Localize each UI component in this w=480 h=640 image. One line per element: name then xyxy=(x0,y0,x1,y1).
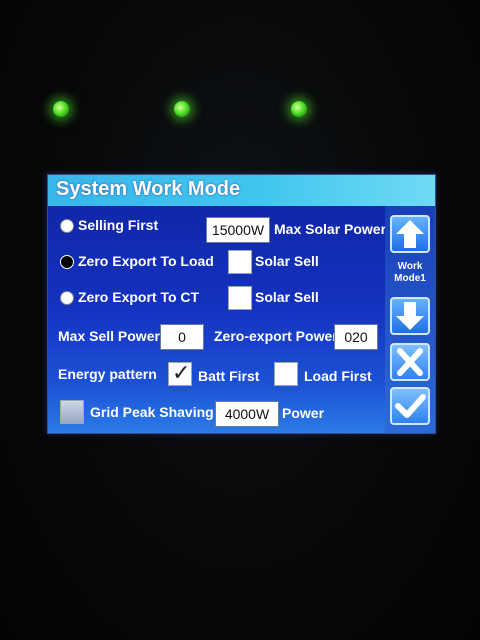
work-mode-label-2: Mode1 xyxy=(394,273,426,284)
check-icon xyxy=(395,394,426,418)
grid-peak-shaving-input[interactable]: 4000W xyxy=(215,401,279,427)
solar-sell-checkbox-2[interactable] xyxy=(228,286,252,310)
selling-first-label: Selling First xyxy=(78,217,159,233)
zero-export-ct-label: Zero Export To CT xyxy=(78,289,200,305)
zero-export-load-label: Zero Export To Load xyxy=(78,253,214,269)
grid-peak-shaving-unit: Power xyxy=(282,405,325,421)
page-title: System Work Mode xyxy=(56,178,241,200)
solar-sell-label-1: Solar Sell xyxy=(255,253,319,269)
status-led-3 xyxy=(291,101,307,117)
arrow-up-icon xyxy=(396,220,424,248)
settings-panel: Selling First 15000W Max Solar Power Zer… xyxy=(48,206,387,433)
load-first-checkbox[interactable] xyxy=(274,362,298,386)
load-first-label: Load First xyxy=(304,368,372,384)
max-sell-power-input[interactable]: 0 xyxy=(160,324,204,350)
title-bar: System Work Mode xyxy=(48,175,435,206)
arrow-up-button[interactable] xyxy=(390,215,430,253)
zero-export-power-input[interactable]: 020 xyxy=(334,324,378,350)
zero-export-ct-radio[interactable] xyxy=(60,291,74,305)
arrow-down-icon xyxy=(396,302,424,330)
zero-export-load-radio[interactable] xyxy=(60,255,74,269)
grid-peak-shaving-label: Grid Peak Shaving xyxy=(90,404,214,420)
lcd-screen: System Work Mode Selling First 15000W Ma… xyxy=(47,174,436,434)
check-mark-icon: ✓ xyxy=(172,360,191,385)
grid-peak-shaving-checkbox[interactable] xyxy=(60,400,84,424)
work-mode-label-1: Work xyxy=(397,261,423,272)
batt-first-checkbox[interactable]: ✓ xyxy=(168,360,192,386)
status-led-2 xyxy=(174,101,190,117)
status-led-1 xyxy=(53,101,69,117)
confirm-button[interactable] xyxy=(390,387,430,425)
zero-export-power-label: Zero-export Power xyxy=(214,328,338,344)
selling-first-radio[interactable] xyxy=(60,219,74,233)
close-icon xyxy=(397,348,423,376)
solar-sell-label-2: Solar Sell xyxy=(255,289,319,305)
batt-first-label: Batt First xyxy=(198,368,260,384)
max-sell-power-label: Max Sell Power xyxy=(58,328,160,344)
arrow-down-button[interactable] xyxy=(390,297,430,335)
cancel-button[interactable] xyxy=(390,343,430,381)
energy-pattern-label: Energy pattern xyxy=(58,366,157,382)
max-solar-power-input[interactable]: 15000W xyxy=(206,217,270,243)
max-solar-power-label: Max Solar Power xyxy=(274,221,387,237)
solar-sell-checkbox-1[interactable] xyxy=(228,250,252,274)
